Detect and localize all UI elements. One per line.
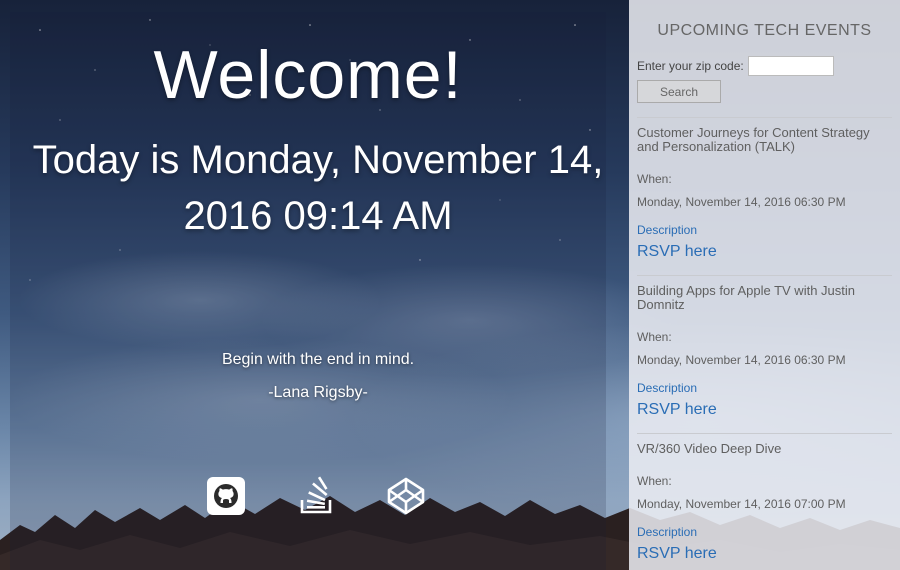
event-title: VR/360 Video Deep Dive — [637, 441, 782, 456]
event-description-link[interactable]: Description — [637, 381, 892, 395]
event-description-link[interactable]: Description — [637, 525, 892, 539]
event-rsvp-link[interactable]: RSVP here — [637, 401, 892, 419]
sidebar-title: UPCOMING TECH EVENTS — [657, 22, 872, 39]
current-datetime: Today is Monday, November 14, 2016 09:14… — [32, 138, 604, 238]
event-item: Building Apps for Apple TV with Justin D… — [637, 275, 892, 419]
event-time: Monday, November 14, 2016 06:30 PM — [637, 195, 846, 209]
quote-author: -Lana Rigsby- — [268, 384, 368, 401]
event-when-label: When: — [637, 330, 672, 344]
event-item: Customer Journeys for Content Strategy a… — [637, 117, 892, 261]
event-when-label: When: — [637, 474, 672, 488]
event-rsvp-link[interactable]: RSVP here — [637, 545, 892, 563]
zip-row: Enter your zip code: — [637, 56, 892, 76]
codepen-icon[interactable] — [386, 476, 426, 516]
event-item: VR/360 Video Deep Dive When: Monday, Nov… — [637, 433, 892, 563]
zip-code-input[interactable] — [747, 56, 834, 76]
event-when-label: When: — [637, 172, 672, 186]
stackoverflow-icon[interactable] — [296, 476, 336, 516]
event-rsvp-link[interactable]: RSVP here — [637, 243, 892, 261]
event-description-link[interactable]: Description — [637, 223, 892, 237]
event-time: Monday, November 14, 2016 07:00 PM — [637, 497, 846, 511]
github-icon[interactable] — [206, 476, 246, 516]
event-title: Building Apps for Apple TV with Justin D… — [637, 283, 855, 312]
events-sidebar: UPCOMING TECH EVENTS Enter your zip code… — [629, 0, 900, 570]
zip-label: Enter your zip code: — [637, 59, 744, 73]
event-time: Monday, November 14, 2016 06:30 PM — [637, 353, 846, 367]
quote-text: Begin with the end in mind. — [221, 351, 415, 368]
search-button[interactable]: Search — [637, 80, 721, 103]
event-title: Customer Journeys for Content Strategy a… — [637, 125, 870, 154]
welcome-heading: Welcome! — [153, 37, 463, 113]
